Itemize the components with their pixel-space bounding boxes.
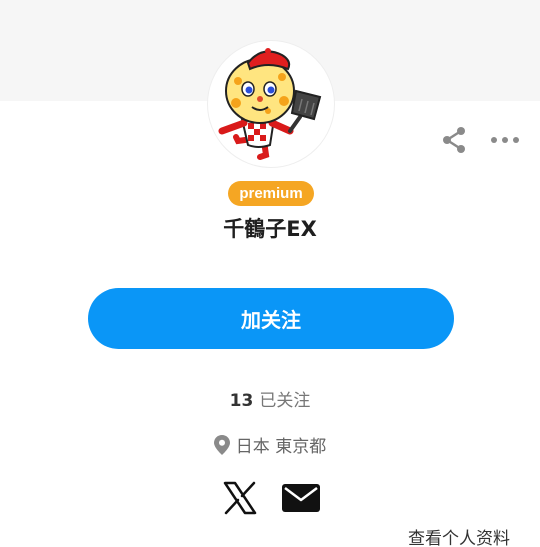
avatar-illustration bbox=[218, 48, 322, 160]
following-label: 已关注 bbox=[259, 391, 311, 411]
x-logo-icon bbox=[223, 481, 257, 515]
share-button[interactable] bbox=[438, 124, 470, 156]
x-link[interactable] bbox=[223, 481, 257, 515]
view-profile-link[interactable]: 查看个人资料 bbox=[408, 524, 510, 547]
mail-icon bbox=[282, 484, 320, 512]
location-text: 日本 東京都 bbox=[235, 437, 327, 457]
more-icon bbox=[491, 137, 519, 143]
follow-button[interactable]: 加关注 bbox=[88, 288, 454, 349]
more-options-button[interactable] bbox=[486, 124, 524, 156]
location: 日本 東京都 bbox=[0, 432, 540, 457]
premium-badge: premium bbox=[228, 181, 314, 206]
mail-link[interactable] bbox=[282, 484, 320, 512]
location-pin-icon bbox=[213, 434, 230, 455]
display-name: 千鶴子EX bbox=[223, 217, 317, 241]
avatar[interactable] bbox=[207, 40, 335, 168]
following-count: 13 bbox=[229, 391, 254, 411]
share-icon bbox=[443, 127, 465, 153]
following-stat[interactable]: 13 已关注 bbox=[0, 386, 540, 411]
